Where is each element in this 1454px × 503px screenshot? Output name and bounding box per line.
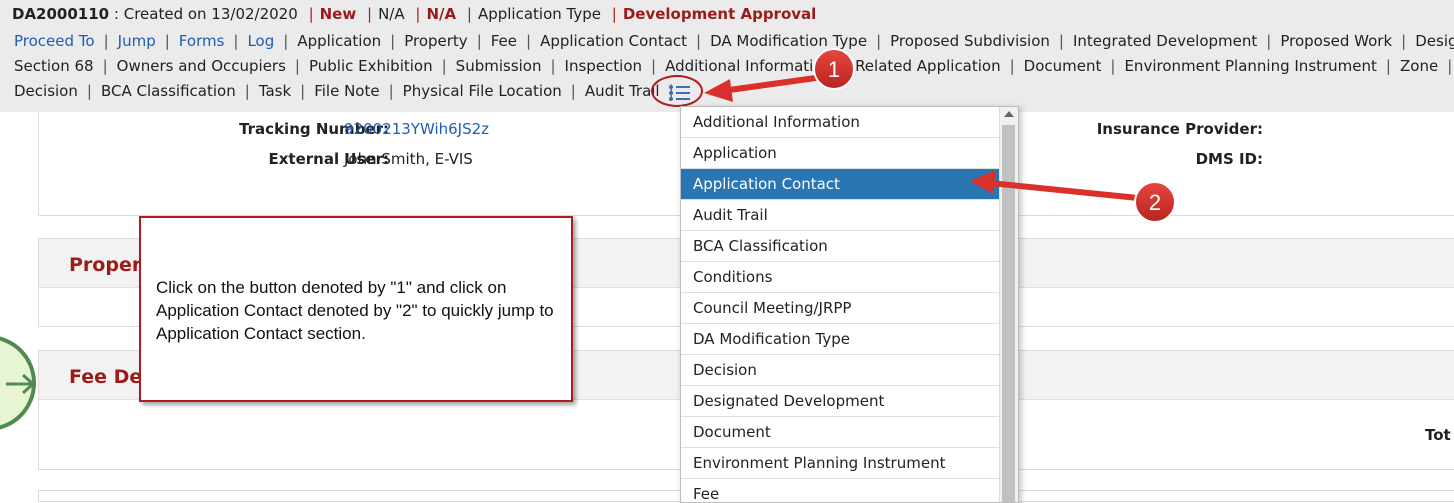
nav-file-note[interactable]: File Note (314, 82, 379, 100)
tracking-number-value[interactable]: 9200213YWih6JS2z (344, 120, 489, 138)
nav-fee[interactable]: Fee (491, 32, 517, 50)
nav-public-exhibition[interactable]: Public Exhibition (309, 57, 433, 75)
nav-task[interactable]: Task (259, 82, 291, 100)
nav-da-modification-type[interactable]: DA Modification Type (710, 32, 867, 50)
jump-item-conditions[interactable]: Conditions (681, 262, 999, 293)
dropdown-scrollbar[interactable] (999, 107, 1018, 502)
jump-item-application-contact[interactable]: Application Contact (681, 169, 999, 200)
jump-item-council-meeting[interactable]: Council Meeting/JRPP (681, 293, 999, 324)
nav-row-1: Proceed To | Jump | Forms | Log | Application | Pr… (14, 32, 1454, 50)
nav-bca-classification[interactable]: BCA Classification (101, 82, 236, 100)
nav-environment-planning[interactable]: Environment Planning Instrument (1124, 57, 1376, 75)
status-na: N/A (378, 5, 405, 23)
scroll-thumb[interactable] (1002, 125, 1015, 502)
nav-inspection[interactable]: Inspection (565, 57, 642, 75)
fee-section-title[interactable]: Fee De (69, 366, 142, 388)
jump-item-designated-development[interactable]: Designated Development (681, 386, 999, 417)
jump-item-da-modification-type[interactable]: DA Modification Type (681, 324, 999, 355)
nav-jump[interactable]: Jump (118, 32, 156, 50)
nav-log[interactable]: Log (247, 32, 274, 50)
jump-item-application[interactable]: Application (681, 138, 999, 169)
nav-application[interactable]: Application (297, 32, 381, 50)
nav-proposed-subdivision[interactable]: Proposed Subdivision (890, 32, 1050, 50)
nav-row-2: Section 68 | Owners and Occupiers | Public E… (14, 57, 1453, 75)
arrow-right-icon (6, 373, 36, 395)
jump-menu-dropdown: Additional Information Application Appli… (680, 106, 1019, 503)
jump-item-decision[interactable]: Decision (681, 355, 999, 386)
jump-item-additional-information[interactable]: Additional Information (681, 107, 999, 138)
jump-item-audit-trail[interactable]: Audit Trail (681, 200, 999, 231)
nav-integrated-development[interactable]: Integrated Development (1073, 32, 1257, 50)
nav-audit-trail[interactable]: Audit Trail (585, 82, 660, 100)
nav-row-3: Decision | BCA Classification | Task | File No… (14, 82, 674, 100)
nav-section-68[interactable]: Section 68 (14, 57, 94, 75)
nav-designated[interactable]: Designa (1415, 32, 1454, 50)
nav-submission[interactable]: Submission (456, 57, 542, 75)
nav-related-application[interactable]: Related Application (855, 57, 1001, 75)
nav-application-contact[interactable]: Application Contact (540, 32, 687, 50)
nav-document[interactable]: Document (1024, 57, 1102, 75)
nav-additional-information[interactable]: Additional Information (665, 57, 832, 75)
jump-item-environment-planning[interactable]: Environment Planning Instrument (681, 448, 999, 479)
jump-item-bca-classification[interactable]: BCA Classification (681, 231, 999, 262)
nav-decision[interactable]: Decision (14, 82, 78, 100)
created-date: : Created on 13/02/2020 (113, 5, 298, 23)
external-user-value: John Smith, E-VIS (344, 150, 473, 168)
dms-id-label: DMS ID: (1195, 150, 1263, 168)
status-new: New (319, 5, 357, 23)
nav-property[interactable]: Property (404, 32, 467, 50)
nav-proceed-to[interactable]: Proceed To (14, 32, 95, 50)
application-code: DA2000110 (12, 5, 110, 23)
total-label: Tot (1425, 426, 1451, 444)
jump-menu-list: Additional Information Application Appli… (681, 107, 999, 502)
property-section-title[interactable]: Proper (69, 254, 141, 276)
nav-zone[interactable]: Zone (1400, 57, 1438, 75)
nav-proposed-work[interactable]: Proposed Work (1280, 32, 1392, 50)
nav-owners-occupiers[interactable]: Owners and Occupiers (117, 57, 286, 75)
status-line: DA2000110 : Created on 13/02/2020 | New |… (12, 5, 817, 23)
application-type-label: Application Type (477, 5, 601, 23)
jump-item-document[interactable]: Document (681, 417, 999, 448)
jump-item-fee[interactable]: Fee (681, 479, 999, 502)
status-na-bold: N/A (426, 5, 457, 23)
nav-physical-file-location[interactable]: Physical File Location (403, 82, 562, 100)
instruction-callout: Click on the button denoted by "1" and c… (139, 216, 573, 402)
application-type-value: Development Approval (622, 5, 817, 23)
next-step-button[interactable] (0, 335, 36, 431)
nav-forms[interactable]: Forms (179, 32, 225, 50)
insurance-provider-label: Insurance Provider: (1096, 120, 1263, 138)
annotation-circle (651, 75, 703, 107)
scroll-up-icon[interactable] (1004, 111, 1014, 117)
instruction-text: Click on the button denoted by "1" and c… (156, 278, 554, 343)
